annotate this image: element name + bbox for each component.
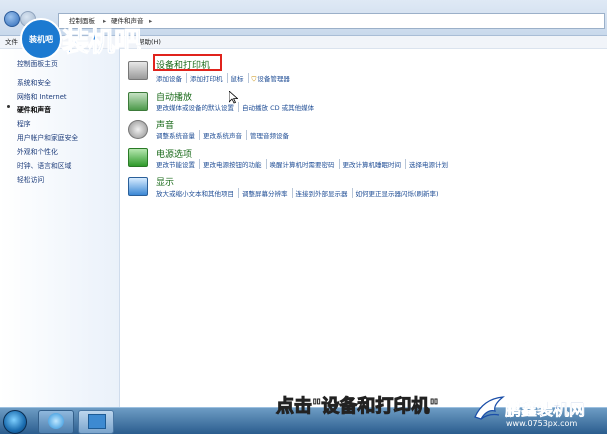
require-password-on-wake-link[interactable]: 唤醒计算机时需要密码 bbox=[270, 159, 340, 169]
sidebar: 控制面板主页 系统和安全 网络和 Internet 硬件和声音 程序 用户帐户和… bbox=[0, 49, 120, 407]
video-caption: 点击"设备和打印机" bbox=[276, 396, 440, 418]
connect-external-display-link[interactable]: 连接到外部显示器 bbox=[296, 188, 353, 198]
category-power-links: 更改节能设置 更改电源按钮的功能 唤醒计算机时需要密码 更改计算机睡眠时间 选择电源计划 bbox=[156, 159, 455, 169]
sidebar-item-clock-region[interactable]: 时钟、语言和区域 bbox=[17, 160, 71, 170]
taskbar-browser-button[interactable] bbox=[38, 410, 74, 434]
zhuangjiba-logo: 装机吧 bbox=[20, 18, 62, 60]
shield-icon: ⛉ bbox=[251, 75, 257, 83]
mouse-pointer-icon bbox=[228, 90, 239, 106]
sidebar-item-system-security[interactable]: 系统和安全 bbox=[17, 77, 51, 87]
autoplay-cd-link[interactable]: 自动播放 CD 或其他媒体 bbox=[242, 102, 318, 112]
menu-file[interactable]: 文件 bbox=[5, 36, 18, 48]
watermark-text: 鹏鑫装机网 bbox=[505, 400, 586, 420]
printer-icon[interactable] bbox=[128, 61, 148, 80]
device-manager-link[interactable]: 设备管理器 bbox=[257, 73, 294, 83]
change-power-button-link[interactable]: 更改电源按钮的功能 bbox=[203, 159, 267, 169]
power-icon[interactable] bbox=[128, 148, 148, 167]
category-sound-links: 调整系统音量 更改系统声音 管理音频设备 bbox=[156, 130, 296, 140]
control-panel-icon bbox=[88, 414, 106, 429]
add-printer-link[interactable]: 添加打印机 bbox=[190, 73, 228, 83]
back-button[interactable] bbox=[4, 11, 20, 27]
sidebar-item-appearance[interactable]: 外观和个性化 bbox=[17, 146, 58, 156]
change-media-defaults-link[interactable]: 更改媒体或设备的默认设置 bbox=[156, 102, 239, 112]
category-display-links: 放大或缩小文本和其他项目 调整屏幕分辨率 连接到外部显示器 如何更正显示器闪烁(刷新率… bbox=[156, 188, 446, 198]
watermark-url: www.0753px.com bbox=[506, 419, 578, 428]
start-button[interactable] bbox=[3, 410, 27, 434]
watermark-logo-icon bbox=[473, 395, 505, 425]
taskbar-control-panel-button[interactable] bbox=[78, 410, 114, 434]
browser-icon bbox=[48, 413, 64, 429]
fix-monitor-flicker-link[interactable]: 如何更正显示器闪烁(刷新率) bbox=[356, 188, 443, 198]
change-system-sounds-link[interactable]: 更改系统声音 bbox=[203, 130, 247, 140]
autoplay-icon[interactable] bbox=[128, 92, 148, 111]
resize-text-link[interactable]: 放大或缩小文本和其他项目 bbox=[156, 188, 239, 198]
mouse-link[interactable]: 鼠标 bbox=[231, 73, 249, 83]
highlight-box bbox=[153, 54, 222, 71]
manage-audio-devices-link[interactable]: 管理音频设备 bbox=[250, 130, 293, 140]
sidebar-item-hardware-sound: 硬件和声音 bbox=[17, 106, 51, 114]
speaker-icon[interactable] bbox=[128, 120, 148, 139]
breadcrumb-separator-icon[interactable]: ▸ bbox=[149, 14, 152, 28]
adjust-volume-link[interactable]: 调整系统音量 bbox=[156, 130, 200, 140]
change-sleep-time-link[interactable]: 更改计算机睡眠时间 bbox=[343, 159, 406, 169]
category-autoplay-links: 更改媒体或设备的默认设置 自动播放 CD 或其他媒体 bbox=[156, 102, 321, 112]
adjust-resolution-link[interactable]: 调整屏幕分辨率 bbox=[242, 188, 293, 198]
category-devices-printers-links: 添加设备 添加打印机 鼠标 ⛉设备管理器 bbox=[156, 73, 297, 84]
change-power-saving-link[interactable]: 更改节能设置 bbox=[156, 159, 200, 169]
current-item-bullet-icon bbox=[7, 105, 10, 108]
add-device-link[interactable]: 添加设备 bbox=[156, 73, 187, 83]
sidebar-item-programs[interactable]: 程序 bbox=[17, 118, 31, 128]
sidebar-item-network[interactable]: 网络和 Internet bbox=[17, 91, 67, 101]
sidebar-item-ease-of-access[interactable]: 轻松访问 bbox=[17, 174, 44, 184]
main-content: 设备和打印机 添加设备 添加打印机 鼠标 ⛉设备管理器 自动播放 更改媒体或设备的默认… bbox=[120, 49, 607, 407]
address-bar[interactable]: 控制面板 ▸ 硬件和声音 ▸ bbox=[58, 13, 605, 29]
sidebar-item-user-accounts[interactable]: 用户帐户和家庭安全 bbox=[17, 132, 78, 142]
display-icon[interactable] bbox=[128, 177, 148, 196]
choose-power-plan-link[interactable]: 选择电源计划 bbox=[409, 159, 452, 169]
menu-help[interactable]: 帮助(H) bbox=[138, 36, 161, 48]
category-display-title[interactable]: 显示 bbox=[156, 175, 174, 188]
